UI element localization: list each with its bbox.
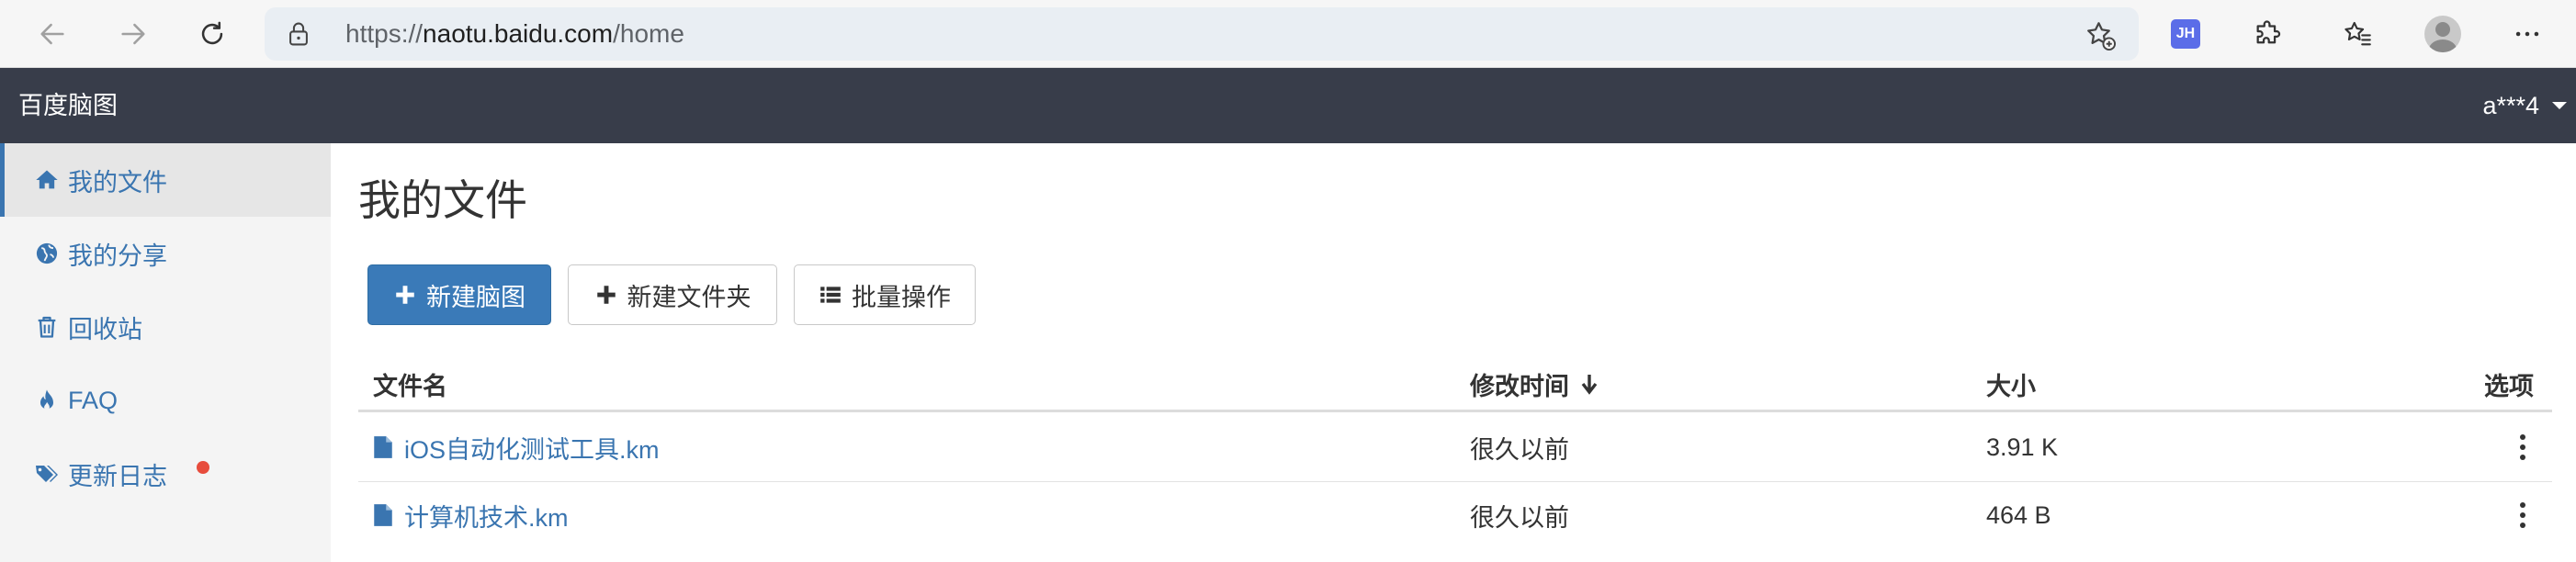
arrow-right-icon bbox=[121, 23, 145, 45]
trash-icon bbox=[33, 313, 61, 341]
forward-button[interactable] bbox=[112, 13, 154, 55]
url-text[interactable]: https://naotu.baidu.com/home bbox=[345, 20, 684, 48]
notification-dot bbox=[197, 461, 209, 474]
jh-extension-icon: JH bbox=[2171, 19, 2200, 49]
sidebar-item-changelog[interactable]: 更新日志 bbox=[0, 437, 331, 511]
new-mindmap-label: 新建脑图 bbox=[426, 283, 525, 311]
profile-button[interactable] bbox=[2422, 13, 2464, 55]
column-header-name[interactable]: 文件名 bbox=[373, 356, 447, 411]
row-options-kebab-icon[interactable] bbox=[2517, 502, 2528, 528]
sidebar-item-my-shares[interactable]: 我的分享 bbox=[0, 217, 331, 290]
lock-icon[interactable] bbox=[287, 21, 311, 47]
caret-down-icon bbox=[2552, 102, 2567, 109]
file-name: 计算机技术.km bbox=[404, 503, 569, 532]
more-horizontal-icon bbox=[2515, 31, 2539, 37]
modified-time: 很久以前 bbox=[1470, 503, 1569, 532]
favorites-button[interactable] bbox=[2337, 13, 2379, 55]
avatar bbox=[2424, 16, 2461, 52]
file-link[interactable]: iOS自动化测试工具.km bbox=[373, 429, 660, 466]
sidebar-item-label: 更新日志 bbox=[68, 462, 167, 490]
batch-operation-button[interactable]: 批量操作 bbox=[794, 264, 976, 325]
globe-icon bbox=[33, 240, 61, 267]
extension-jh-button[interactable]: JH bbox=[2164, 13, 2207, 55]
row-options-kebab-icon[interactable] bbox=[2517, 434, 2528, 460]
fire-icon bbox=[33, 387, 61, 414]
url-prefix: https:// bbox=[345, 19, 424, 48]
back-button[interactable] bbox=[31, 13, 73, 55]
reload-icon bbox=[201, 21, 223, 45]
browser-menu-button[interactable] bbox=[2506, 13, 2548, 55]
file-name: iOS自动化测试工具.km bbox=[404, 435, 660, 464]
table-header-divider bbox=[358, 410, 2552, 412]
modified-time: 很久以前 bbox=[1470, 435, 1569, 464]
address-bar[interactable]: https://naotu.baidu.com/home bbox=[265, 7, 2139, 61]
table-row-divider bbox=[358, 481, 2552, 482]
sort-desc-arrow-icon bbox=[1581, 375, 1598, 395]
column-header-size[interactable]: 大小 bbox=[1986, 356, 2036, 411]
column-header-options: 选项 bbox=[2484, 372, 2534, 400]
sidebar-item-label: 我的分享 bbox=[68, 242, 167, 270]
add-favorite-icon[interactable] bbox=[2084, 18, 2117, 51]
plus-icon bbox=[396, 286, 414, 304]
new-mindmap-button[interactable]: 新建脑图 bbox=[367, 264, 551, 325]
url-domain: naotu.baidu.com bbox=[423, 19, 614, 48]
file-icon bbox=[374, 504, 392, 526]
file-size: 464 B bbox=[1986, 500, 2051, 529]
extensions-button[interactable] bbox=[2247, 13, 2289, 55]
user-menu[interactable]: a***4 bbox=[2482, 90, 2567, 121]
file-link[interactable]: 计算机技术.km bbox=[373, 497, 569, 534]
favorites-list-icon bbox=[2344, 21, 2371, 46]
file-size: 3.91 K bbox=[1986, 433, 2059, 461]
new-folder-button[interactable]: 新建文件夹 bbox=[568, 264, 777, 325]
browser-toolbar: https://naotu.baidu.com/home JH bbox=[0, 0, 2576, 68]
home-icon bbox=[33, 166, 61, 194]
puzzle-icon bbox=[2256, 20, 2281, 44]
sidebar-item-label: FAQ bbox=[68, 386, 119, 414]
file-icon bbox=[374, 436, 392, 458]
plus-icon bbox=[596, 286, 616, 304]
column-header-modified[interactable]: 修改时间 bbox=[1470, 356, 1600, 411]
user-name: a***4 bbox=[2482, 92, 2539, 119]
page-title: 我的文件 bbox=[358, 176, 527, 224]
sidebar: 我的文件 我的分享 回收站 FAQ 更新日志 bbox=[0, 143, 331, 562]
sidebar-item-label: 我的文件 bbox=[68, 168, 167, 197]
brand-logo[interactable]: 百度脑图 bbox=[18, 90, 118, 121]
tags-icon bbox=[33, 460, 61, 488]
url-path: /home bbox=[613, 19, 684, 48]
batch-operation-label: 批量操作 bbox=[852, 283, 951, 311]
new-folder-label: 新建文件夹 bbox=[627, 283, 751, 311]
sidebar-item-my-files[interactable]: 我的文件 bbox=[0, 143, 331, 217]
sidebar-item-label: 回收站 bbox=[68, 315, 142, 343]
app-header: 百度脑图 a***4 bbox=[0, 68, 2576, 143]
arrow-left-icon bbox=[40, 23, 64, 45]
reload-button[interactable] bbox=[191, 13, 233, 55]
list-icon bbox=[820, 287, 841, 303]
sidebar-item-faq[interactable]: FAQ bbox=[0, 364, 331, 437]
sidebar-item-recycle-bin[interactable]: 回收站 bbox=[0, 290, 331, 364]
